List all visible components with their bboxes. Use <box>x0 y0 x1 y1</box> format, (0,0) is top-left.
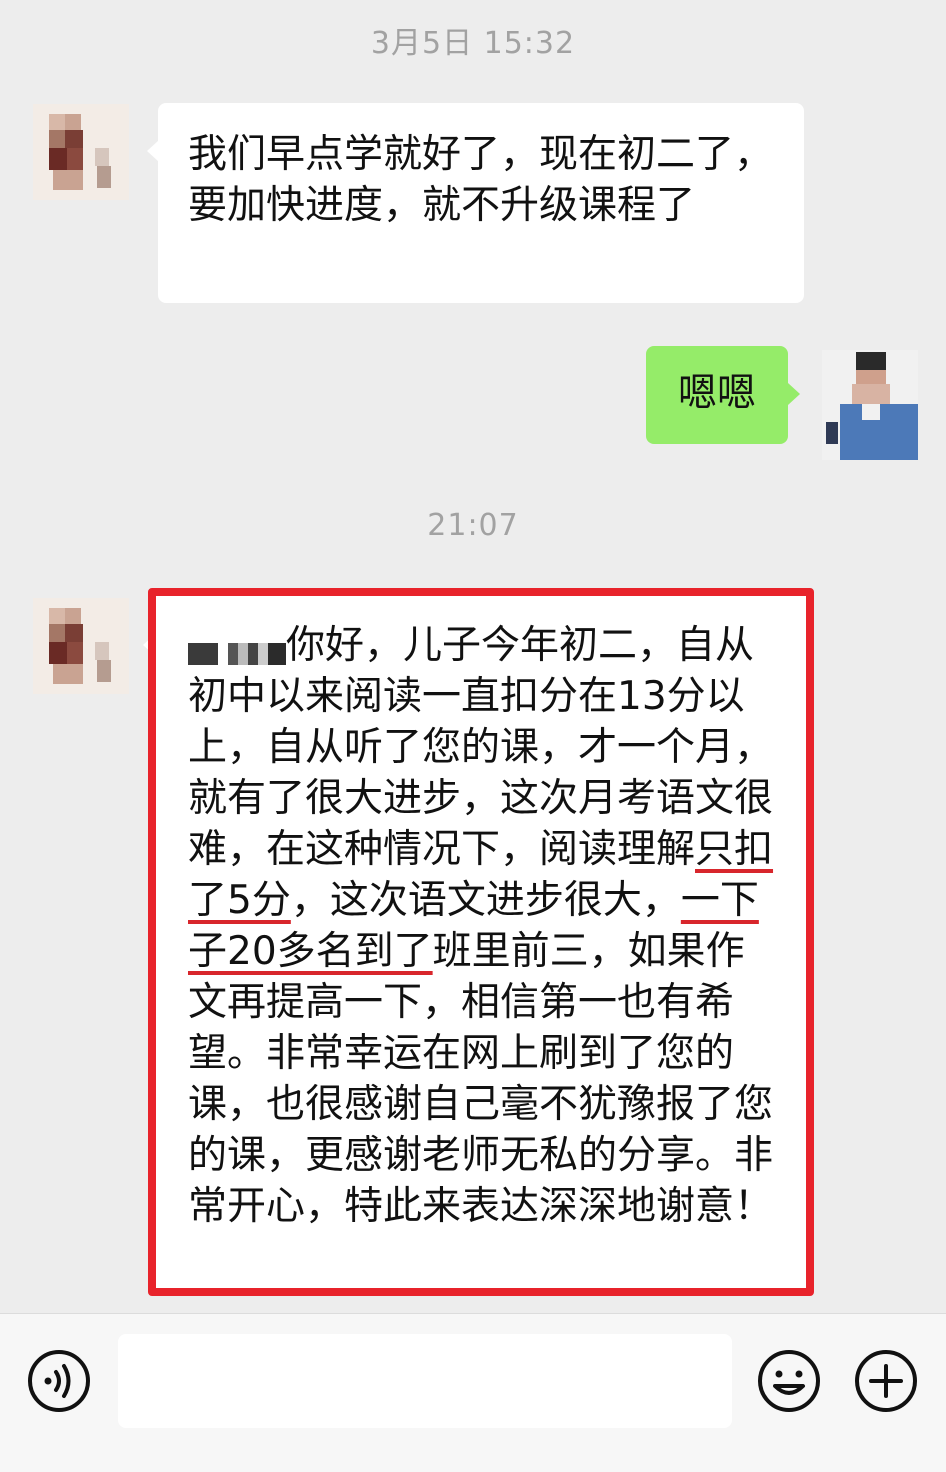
self-avatar[interactable] <box>822 350 918 460</box>
bubble-tail <box>788 383 800 405</box>
timestamp: 3月5日 15:32 <box>370 26 576 61</box>
input-bar <box>0 1313 946 1472</box>
message-text: 嗯嗯 <box>677 371 756 416</box>
message-part: ，这次语文进步很大， <box>290 878 681 923</box>
contact-avatar[interactable] <box>33 598 129 694</box>
highlight-box: 你好，儿子今年初二，自从初中以来阅读一直扣分在13分以上，自从听了您的课，才一个… <box>148 588 814 1296</box>
message-part: 班里前三，如果作文再提高一下，相信第一也有希望。非常幸运在网上刷到了您的课，也很… <box>188 929 774 1229</box>
contact-avatar[interactable] <box>33 104 129 200</box>
timestamp: 21:07 <box>427 508 519 543</box>
emoji-icon[interactable] <box>756 1348 822 1414</box>
plus-icon[interactable] <box>853 1348 919 1414</box>
voice-icon[interactable] <box>26 1348 92 1414</box>
incoming-message-bubble[interactable]: 我们早点学就好了，现在初二了，要加快进度，就不升级课程了 <box>158 103 804 303</box>
redacted-name <box>188 642 218 665</box>
message-text: 我们早点学就好了，现在初二了，要加快进度，就不升级课程了 <box>188 132 774 228</box>
message-text: 你好，儿子今年初二，自从初中以来阅读一直扣分在13分以上，自从听了您的课，才一个… <box>188 620 780 1232</box>
outgoing-message-bubble[interactable]: 嗯嗯 <box>646 346 788 444</box>
incoming-message-bubble[interactable]: 你好，儿子今年初二，自从初中以来阅读一直扣分在13分以上，自从听了您的课，才一个… <box>156 596 806 1288</box>
redacted-name <box>228 642 268 665</box>
message-input[interactable] <box>118 1334 732 1428</box>
